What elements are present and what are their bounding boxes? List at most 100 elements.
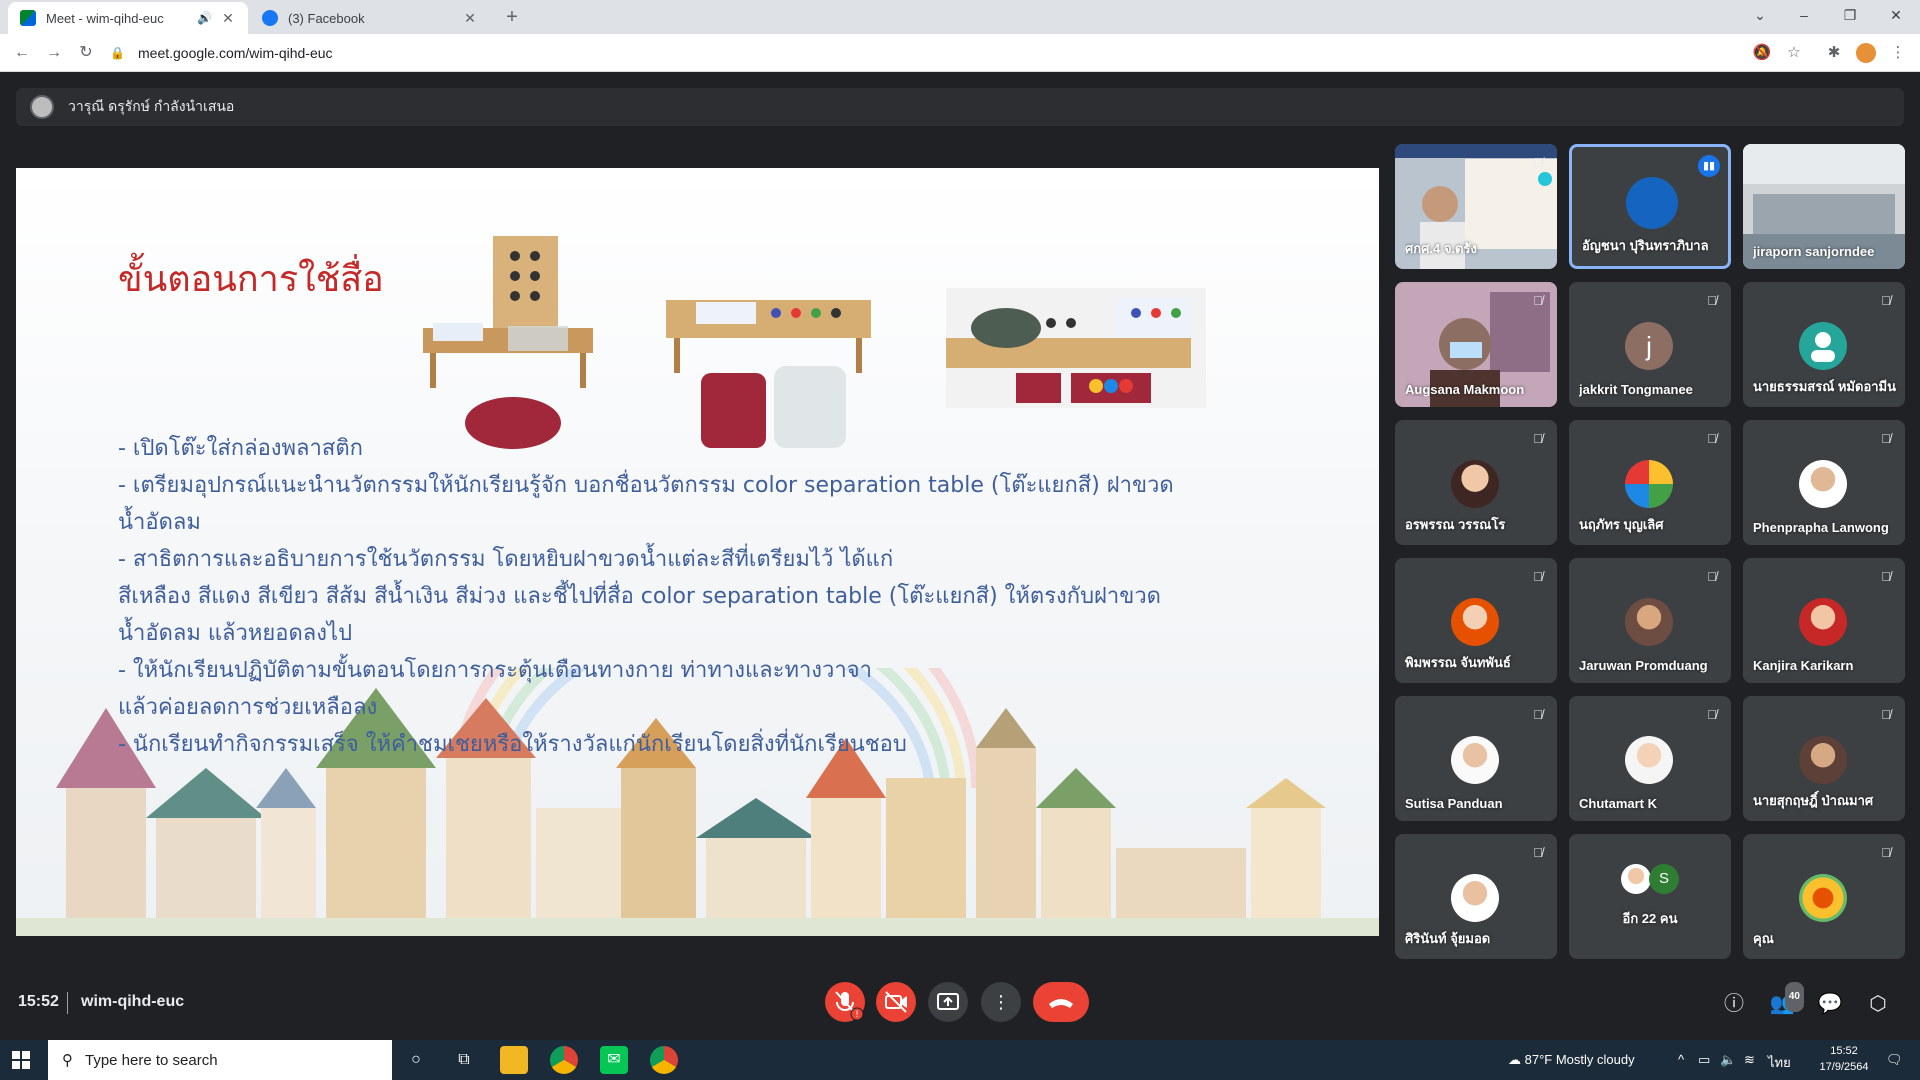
chrome-icon[interactable] [550, 1046, 578, 1074]
slide-body: - เปิดโต๊ะใส่กล่องพลาสติก - เตรียมอุปกรณ… [118, 430, 1268, 763]
mic-muted-icon: 🎙̸ [1881, 845, 1891, 860]
participant-tile[interactable]: 🎙̸ ศิรินันท์ จุ้ยมอด [1395, 834, 1557, 959]
info-icon: ⓘ [1724, 993, 1744, 1015]
divider [67, 992, 68, 1014]
participant-name: ศิรินันท์ จุ้ยมอด [1405, 931, 1491, 946]
mic-muted-icon: 🎙̸ [1533, 431, 1543, 446]
slide-line: - สาธิตการและอธิบายการใช้นวัตกรรม โดยหยิ… [118, 547, 894, 572]
windows-start-icon[interactable] [12, 1051, 30, 1069]
mic-toggle-button[interactable]: ! [825, 982, 865, 1022]
participant-name: พิมพรรณ จันทพันธ์ [1405, 655, 1511, 670]
restore-button[interactable]: ❐ [1828, 0, 1872, 34]
slide-line: สีเหลือง สีแดง สีเขียว สีส้ม สีน้ำเงิน ส… [118, 584, 1161, 609]
camera-off-icon [885, 991, 907, 1013]
file-explorer-icon[interactable] [500, 1046, 528, 1074]
notifications-off-icon[interactable]: 🔕 [1750, 41, 1774, 65]
weather-widget[interactable]: ☁ 87°F Mostly cloudy [1508, 1052, 1635, 1068]
more-options-button[interactable]: ⋮ [981, 982, 1021, 1022]
url-field[interactable]: 🔒 meet.google.com/wim-qihd-euc [110, 39, 1750, 67]
notifications-icon[interactable]: 🗨 [1886, 1052, 1903, 1068]
participant-tile[interactable]: j 🎙̸ jakkrit Tongmanee [1569, 282, 1731, 407]
new-tab-button[interactable]: + [500, 5, 524, 29]
mic-muted-icon: 🎙̸ [1881, 155, 1891, 170]
more-participants-tile[interactable]: S อีก 22 คน [1569, 834, 1731, 959]
close-window-button[interactable]: ✕ [1874, 0, 1918, 34]
browser-menu-icon[interactable]: ⋮ [1886, 41, 1910, 65]
chat-icon: 💬 [1817, 993, 1843, 1015]
participant-avatar [1799, 598, 1847, 646]
activities-button[interactable]: ⬡ [1864, 990, 1892, 1018]
tray-chevron-icon[interactable]: ^ [1678, 1052, 1684, 1067]
forward-arrow-icon[interactable]: → [42, 41, 66, 65]
participant-tile[interactable]: 🎙̸ Sutisa Panduan [1395, 696, 1557, 821]
extensions-icon[interactable]: ✱ [1822, 41, 1846, 65]
end-call-button[interactable] [1033, 982, 1089, 1022]
task-view-icon[interactable]: ⧉ [450, 1046, 478, 1074]
taskbar-clock[interactable]: 15:52 17/9/2564 [1816, 1043, 1872, 1075]
slide-photo-table-boxes [656, 278, 886, 453]
weather-text: 87°F Mostly cloudy [1524, 1052, 1635, 1067]
participant-tile[interactable]: 🎙̸ jiraporn sanjorndee [1743, 144, 1905, 269]
back-arrow-icon[interactable]: ← [10, 41, 34, 65]
participant-avatar [1451, 460, 1499, 508]
minimize-button[interactable]: – [1782, 0, 1826, 34]
bookmark-star-icon[interactable]: ☆ [1782, 41, 1806, 65]
present-icon [937, 993, 959, 1010]
mic-muted-icon: 🎙̸ [1533, 845, 1543, 860]
tab-search-icon[interactable]: ⌄ [1738, 0, 1782, 34]
meeting-details-button[interactable]: ⓘ [1720, 990, 1748, 1018]
mic-muted-icon: 🎙̸ [1881, 569, 1891, 584]
participant-avatar [1625, 598, 1673, 646]
participant-avatar [1799, 460, 1847, 508]
participant-tile[interactable]: 🎙̸ Jaruwan Promduang [1569, 558, 1731, 683]
chrome-profile-icon[interactable] [650, 1046, 678, 1074]
line-app-icon[interactable]: ✉ [600, 1046, 628, 1074]
close-tab-icon[interactable]: ✕ [462, 10, 478, 27]
cortana-icon[interactable]: ○ [402, 1046, 430, 1074]
people-count-badge: 40 [1784, 982, 1804, 1012]
participant-avatar [1621, 864, 1651, 894]
participant-tile[interactable]: 🎙̸ Chutamart K [1569, 696, 1731, 821]
participant-tile[interactable]: 🎙̸ นฤภัทร บุญเลิศ [1569, 420, 1731, 545]
participant-tile[interactable]: 🎙̸ นายธรรมสรณ์ หมัดอามีน [1743, 282, 1905, 407]
tab-title: Meet - wim-qihd-euc [46, 10, 164, 26]
participant-tile[interactable]: 🎙̸ อรพรรณ วรรณโร [1395, 420, 1557, 545]
participant-avatar: j [1625, 322, 1673, 370]
participant-avatar [1451, 598, 1499, 646]
participant-tile[interactable]: ▮▮ อัญชนา ปุรินทราภิบาล [1569, 144, 1731, 269]
tab-meet[interactable]: Meet - wim-qihd-euc 🔊 ✕ [8, 2, 248, 34]
people-button[interactable]: 👥 40 [1768, 982, 1804, 1018]
input-language[interactable]: ไทย [1768, 1052, 1791, 1073]
network-icon[interactable]: ▭ [1698, 1052, 1710, 1068]
reload-icon[interactable]: ↻ [74, 41, 98, 65]
volume-icon[interactable]: 🔈 [1720, 1052, 1736, 1068]
wifi-icon[interactable]: ≋ [1744, 1052, 1755, 1068]
participant-tile[interactable]: 🎙̸ Kanjira Karikarn [1743, 558, 1905, 683]
participant-tile[interactable]: 🎙̸ Augsana Makmoon [1395, 282, 1557, 407]
participant-tile[interactable]: 🎙̸ ศกศ.4 จ.ตรัง [1395, 144, 1557, 269]
participant-avatar [1799, 322, 1847, 370]
camera-toggle-button[interactable] [876, 982, 916, 1022]
windows-taskbar: ⚲ Type here to search ○ ⧉ ✉ ☁ 87°F Mostl… [0, 1040, 1920, 1080]
participant-tile[interactable]: 🎙̸ คุณ [1743, 834, 1905, 959]
slide-line: - เปิดโต๊ะใส่กล่องพลาสติก [118, 436, 363, 461]
slide-line: - นักเรียนทำกิจกรรมเสร็จ ให้คำชมเชยหรือใ… [118, 732, 907, 757]
slide-photo-table-demo [946, 288, 1206, 408]
presenter-avatar [30, 95, 54, 119]
profile-avatar[interactable] [1854, 41, 1878, 65]
close-tab-icon[interactable]: ✕ [220, 10, 236, 27]
chat-button[interactable]: 💬 [1816, 990, 1844, 1018]
mic-muted-icon: 🎙̸ [1707, 707, 1717, 722]
participant-tile[interactable]: 🎙̸ พิมพรรณ จันทพันธ์ [1395, 558, 1557, 683]
url-text: meet.google.com/wim-qihd-euc [138, 45, 333, 61]
participant-avatar [1451, 874, 1499, 922]
taskbar-search-field[interactable]: ⚲ Type here to search [48, 1040, 392, 1080]
present-screen-button[interactable] [928, 982, 968, 1022]
participant-name: ศกศ.4 จ.ตรัง [1405, 241, 1477, 256]
participant-avatar [1625, 460, 1673, 508]
taskbar-time: 15:52 [1830, 1045, 1858, 1057]
tab-facebook[interactable]: (3) Facebook ✕ [250, 2, 490, 34]
participant-tile[interactable]: 🎙̸ Phenprapha Lanwong [1743, 420, 1905, 545]
participant-tile[interactable]: 🎙̸ นายสุกฤษฎิ์ ป่าณมาศ [1743, 696, 1905, 821]
participant-name: Augsana Makmoon [1405, 382, 1525, 397]
